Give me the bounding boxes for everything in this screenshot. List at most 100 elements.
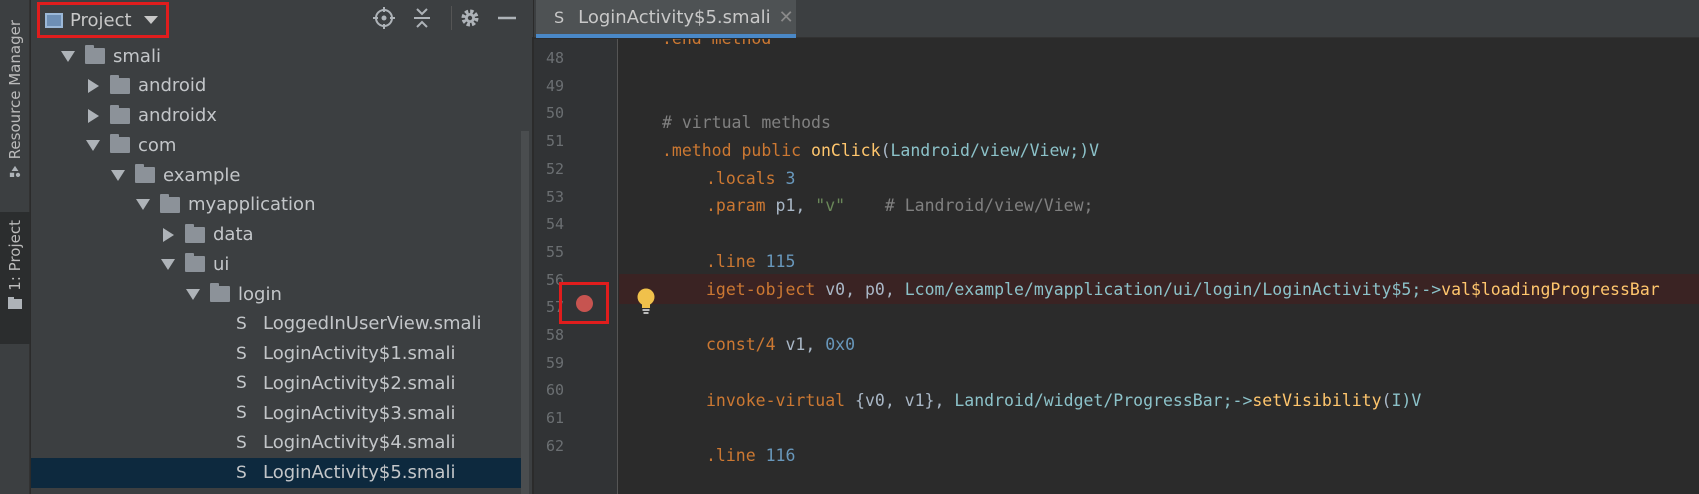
- code-punct: )V: [1401, 390, 1422, 410]
- project-view-selector[interactable]: Project: [37, 2, 169, 38]
- line-number: 61: [545, 409, 564, 428]
- code-number: 116: [765, 445, 796, 465]
- smali-file-icon: S: [236, 432, 247, 453]
- folder-icon: [110, 104, 130, 124]
- chevron-down-icon: [143, 16, 158, 24]
- code-type: Lcom/example/myapplication/ui/login/Logi…: [904, 279, 1442, 299]
- tree-file-item[interactable]: S LoginActivity$2.smali: [31, 368, 521, 398]
- code-line-56: iget-object v0, p0, Lcom/example/myappli…: [619, 274, 1699, 304]
- code-number: 115: [765, 251, 796, 271]
- code-area[interactable]: .end method # virtual methods .method pu…: [619, 39, 1699, 494]
- expand-down-icon[interactable]: [86, 139, 100, 151]
- line-number: 62: [545, 436, 564, 455]
- tree-file-item[interactable]: S LoginActivity$5.smali: [31, 457, 521, 488]
- folder-icon: [110, 134, 130, 154]
- code-line-60: invoke-virtual {v0, v1}, Landroid/widget…: [619, 385, 1699, 415]
- code-field-name: val$loadingProgressBar: [1441, 279, 1660, 299]
- expand-right-icon[interactable]: [88, 78, 99, 93]
- expand-down-icon[interactable]: [111, 169, 125, 181]
- code-method-name: setVisibility: [1252, 390, 1382, 410]
- code-type: Landroid/widget/ProgressBar;->: [954, 390, 1253, 410]
- code-keyword: .method public: [662, 140, 812, 160]
- project-view-label: Project: [70, 9, 132, 31]
- tree-file-item[interactable]: S LoginActivity$4.smali: [31, 428, 521, 458]
- folder-icon: [210, 283, 230, 302]
- expand-down-icon[interactable]: [186, 288, 200, 300]
- code-plain: v0, p0,: [825, 279, 905, 299]
- folder-icon: [160, 193, 180, 213]
- code-comment: # Landroid/view/View;: [845, 195, 1094, 215]
- smali-file-icon: S: [236, 313, 247, 334]
- project-tool-tab[interactable]: 1: Project: [0, 212, 30, 344]
- tab-label: LoginActivity$5.smali: [578, 6, 771, 28]
- tree-item-label: LoginActivity$1.smali: [263, 343, 456, 364]
- close-icon[interactable]: ✕: [779, 7, 794, 28]
- tree-item-label: android: [138, 75, 207, 97]
- line-number: 49: [545, 76, 564, 95]
- locate-icon: [373, 7, 395, 29]
- project-panel-header: Project: [31, 0, 533, 38]
- folder-icon: [185, 253, 205, 273]
- expand-right-icon[interactable]: [88, 108, 99, 123]
- line-number-gutter[interactable]: 48 49 50 51 52 53 54 55 56 57 58 59 60 61 62: [534, 39, 618, 494]
- tree-folder-item[interactable]: ui: [31, 249, 521, 279]
- project-tree: smali android androidx com example myapplicat…: [31, 41, 521, 494]
- code-plain: {v0, v1},: [855, 390, 955, 410]
- tree-file-item[interactable]: S LoggedInUserView.smali: [31, 309, 521, 339]
- header-separator: [451, 6, 452, 30]
- resource-manager-tab[interactable]: Resource Manager: [0, 20, 30, 195]
- tree-folder-item[interactable]: android: [31, 71, 521, 101]
- locate-button[interactable]: [370, 4, 398, 32]
- expand-down-icon[interactable]: [61, 50, 75, 62]
- folder-icon: [110, 74, 130, 94]
- tree-item-label: example: [163, 164, 241, 186]
- code-line-58: const/4 v1, 0x0: [619, 329, 1699, 359]
- tab-loginactivity5[interactable]: S LoginActivity$5.smali ✕: [536, 0, 796, 38]
- code-comment: # virtual methods: [662, 112, 831, 132]
- collapse-all-button[interactable]: [408, 4, 436, 32]
- code-keyword: .locals: [706, 168, 786, 188]
- tree-scrollbar[interactable]: [521, 131, 529, 494]
- line-number: 51: [545, 132, 564, 151]
- code-punct: (: [880, 140, 891, 160]
- tree-folder-item[interactable]: data: [31, 220, 521, 250]
- tree-item-label: LoggedInUserView.smali: [263, 313, 482, 335]
- smali-file-icon: S: [236, 373, 247, 394]
- tree-item-label: LoginActivity$3.smali: [263, 402, 456, 424]
- expand-down-icon[interactable]: [136, 199, 150, 211]
- tree-file-item[interactable]: S LoginActivity$1.smali: [31, 339, 521, 369]
- breakpoint-icon[interactable]: [575, 294, 593, 312]
- expand-down-icon[interactable]: [161, 258, 175, 270]
- tree-item-label: login: [238, 283, 282, 305]
- tree-item-label: LoginActivity$4.smali: [263, 432, 456, 454]
- lightbulb-icon[interactable]: [635, 287, 657, 315]
- expand-right-icon[interactable]: [163, 227, 174, 242]
- smali-file-icon: S: [236, 462, 247, 483]
- line-number: 59: [545, 353, 564, 372]
- tree-file-item[interactable]: S LoginActivity$3.smali: [31, 398, 521, 428]
- tree-folder-item[interactable]: com: [31, 130, 521, 160]
- line-number: 58: [545, 326, 564, 344]
- smali-file-icon: S: [236, 343, 247, 364]
- code-keyword: invoke-virtual: [706, 390, 856, 410]
- folder-icon: [185, 223, 205, 243]
- breakpoint-highlight[interactable]: [559, 282, 609, 324]
- code-keyword: .line: [706, 251, 766, 271]
- settings-button[interactable]: [456, 4, 484, 32]
- tree-folder-item[interactable]: androidx: [31, 101, 521, 131]
- tree-folder-item[interactable]: login: [31, 279, 521, 309]
- tree-folder-item[interactable]: myapplication: [31, 190, 521, 220]
- code-line-51: .method public onClick(Landroid/view/Vie…: [619, 135, 1699, 165]
- tree-folder-item[interactable]: smali: [31, 41, 521, 71]
- minimize-button[interactable]: [493, 4, 521, 32]
- tree-item-label: ui: [213, 253, 230, 275]
- gear-icon: [461, 9, 479, 27]
- code-plain: p1,: [775, 195, 816, 215]
- tree-folder-item[interactable]: example: [31, 160, 521, 190]
- resource-manager-icon: [9, 166, 21, 178]
- code-number: 0x0: [825, 334, 856, 354]
- code-keyword: const/4: [706, 334, 786, 354]
- code-type: Landroid/view/View;: [890, 140, 1080, 160]
- code-number: 3: [785, 168, 796, 188]
- smali-file-icon: S: [236, 403, 247, 423]
